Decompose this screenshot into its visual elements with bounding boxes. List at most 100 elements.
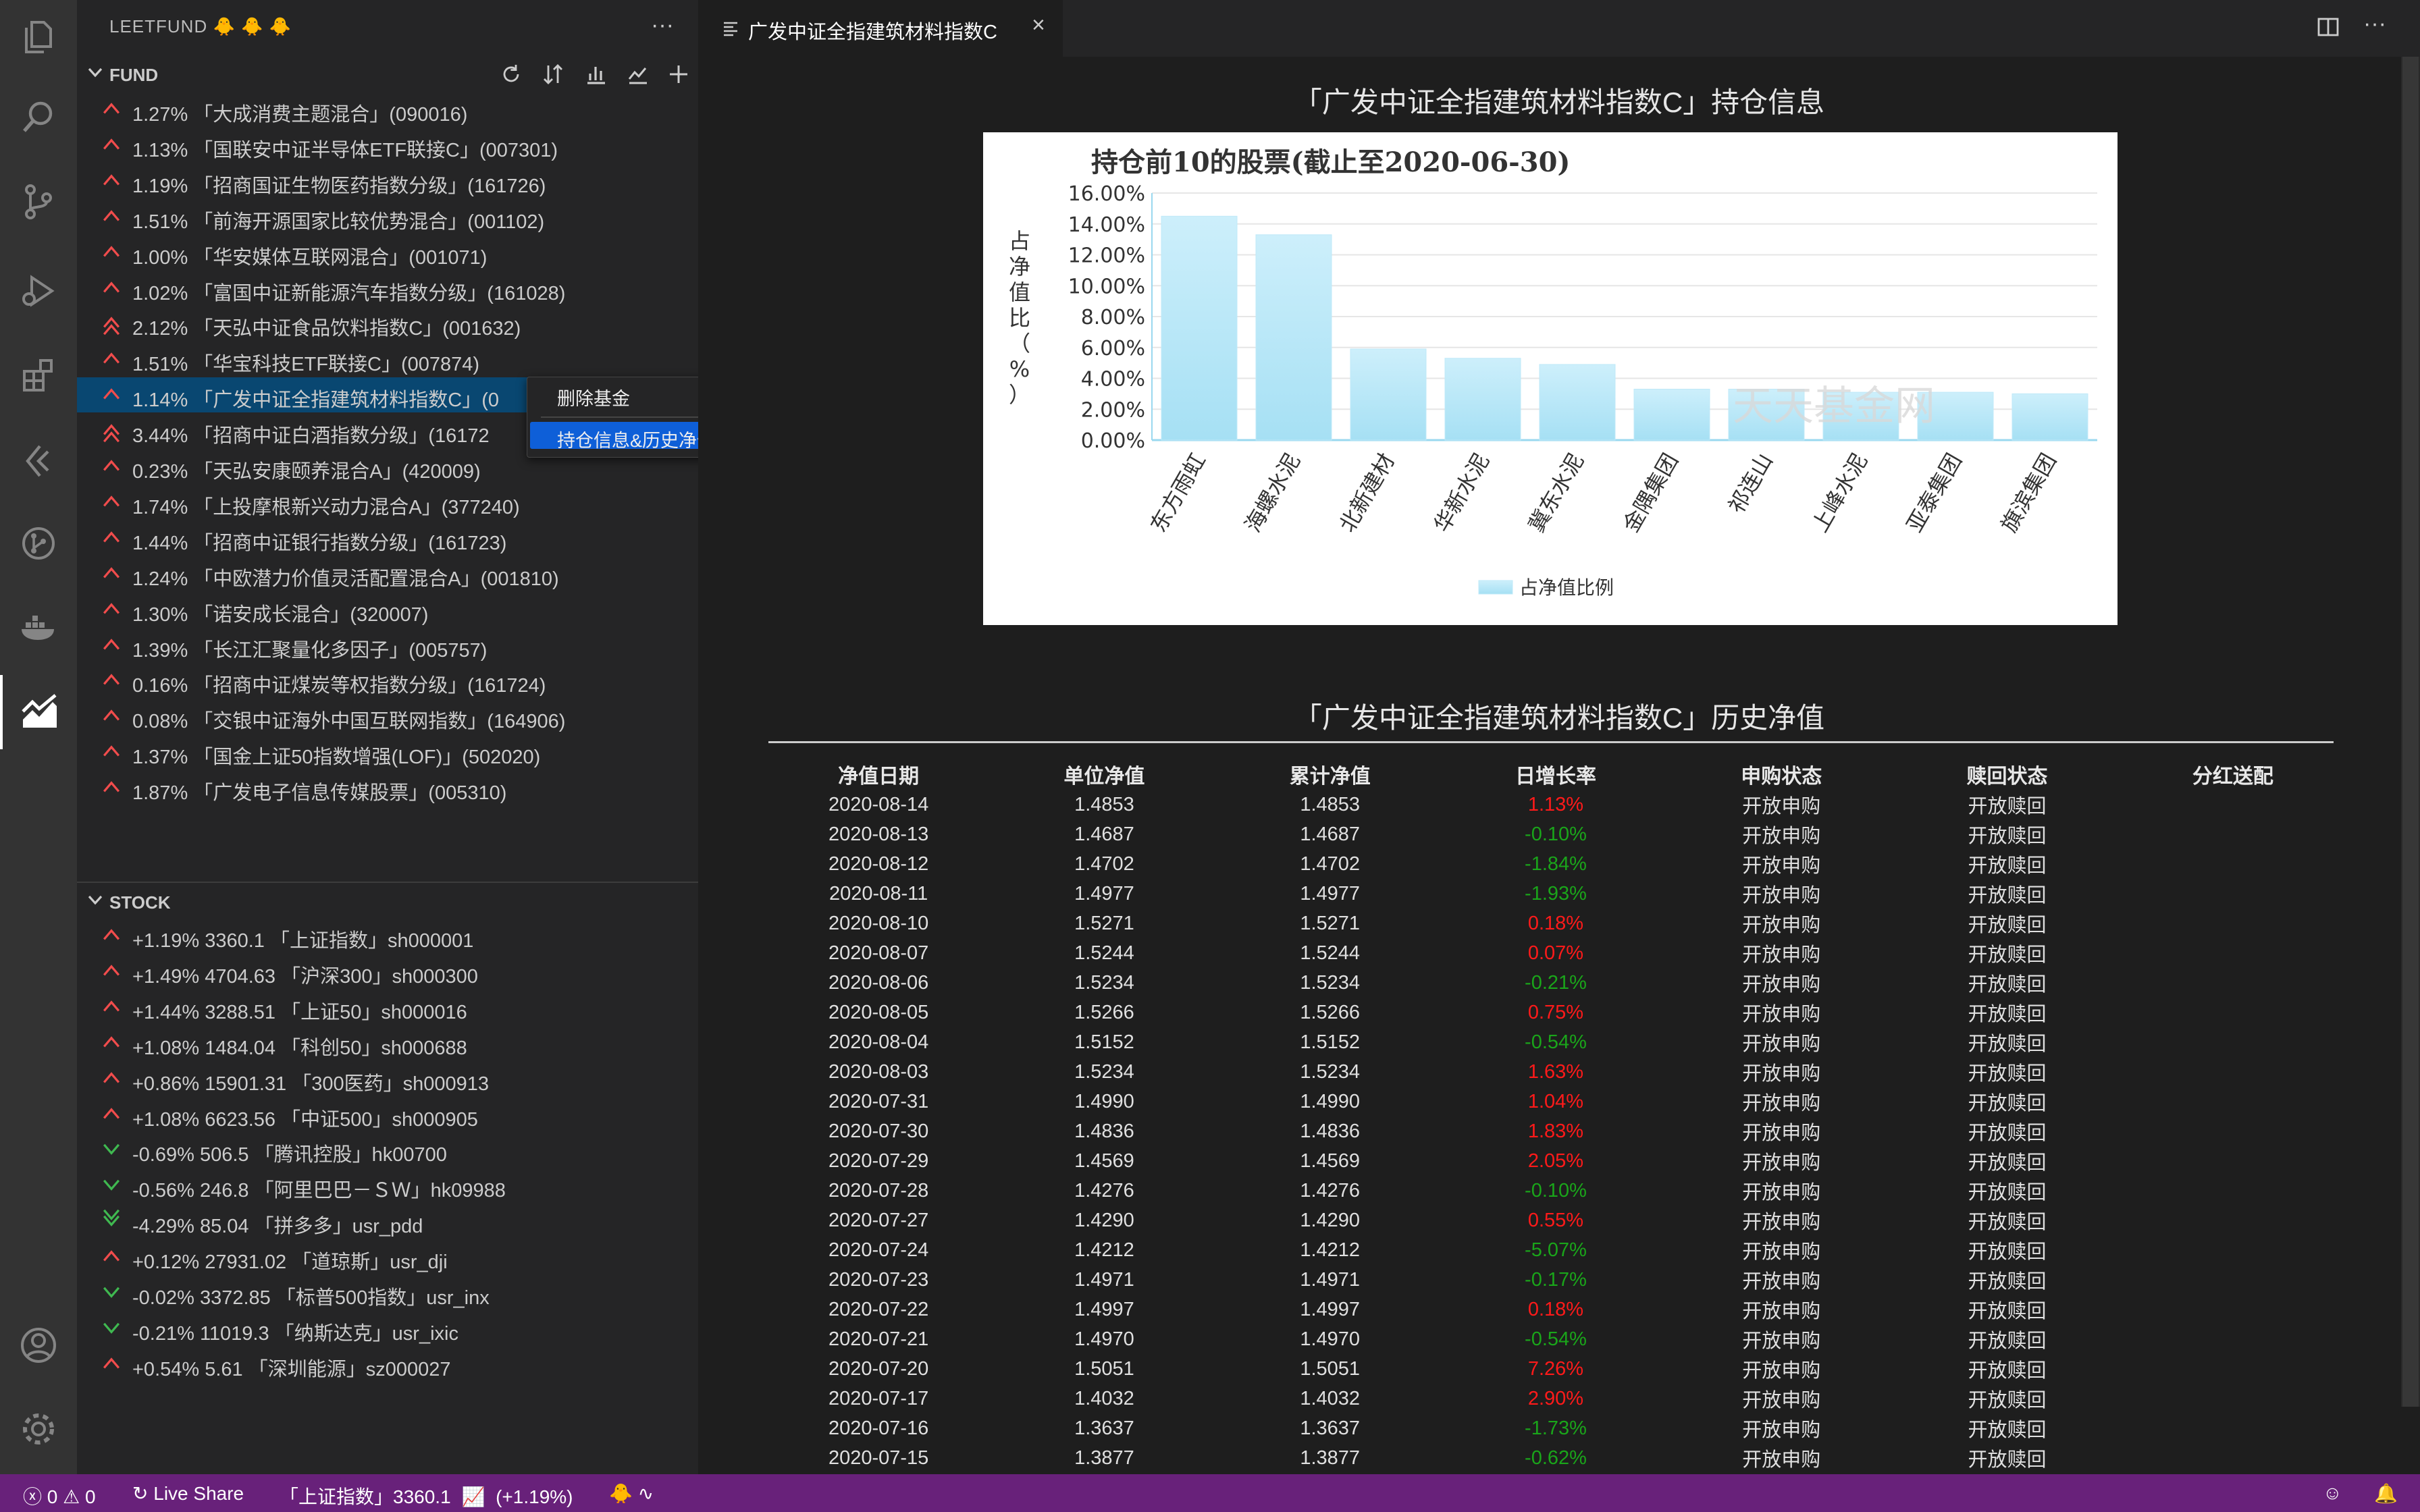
table-cell <box>2120 1443 2346 1473</box>
fund-item[interactable]: 0.16% 「招商中证煤炭等权指数分级」(161724) <box>77 663 698 698</box>
fund-item[interactable]: 0.08% 「交银中证海外中国互联网指数」(164906) <box>77 699 698 734</box>
up-arrow-icon <box>100 169 123 193</box>
table-cell <box>2120 1413 2346 1443</box>
stock-item[interactable]: -0.69% 506.5 「腾讯控股」hk00700 <box>77 1132 698 1167</box>
stock-item[interactable]: +0.12% 27931.02 「道琼斯」usr_dji <box>77 1239 698 1274</box>
fund-item[interactable]: 1.19% 「招商国证生物医药指数分级」(161726) <box>77 163 698 198</box>
table-cell: 2020-08-10 <box>828 912 929 934</box>
table-row: 2020-07-17 1.4032 1.4032 2.90% 开放申购 开放赎回 <box>766 1384 2346 1413</box>
stock-item[interactable]: +1.44% 3288.51 「上证50」sh000016 <box>77 990 698 1025</box>
table-cell: 1.4990 <box>1074 1090 1134 1112</box>
fund-section-header[interactable]: FUND <box>77 57 698 92</box>
docker-icon[interactable] <box>0 590 77 664</box>
sort-icon[interactable] <box>536 59 570 89</box>
remote-explorer-icon[interactable] <box>0 424 77 498</box>
table-cell <box>2120 1146 2346 1176</box>
split-editor-icon[interactable] <box>2316 15 2340 43</box>
table-cell: 2020-08-04 <box>828 1031 929 1053</box>
leetfund-status-icon[interactable]: 🐥 ∿ <box>609 1482 654 1505</box>
table-cell <box>2120 1206 2346 1235</box>
feedback-icon[interactable]: ☺ <box>2323 1482 2342 1504</box>
y-tick-label: 0.00% <box>1081 429 1145 453</box>
fund-item[interactable]: 1.51% 「华宝科技ETF联接C」(007874) <box>77 342 698 377</box>
close-icon[interactable]: × <box>1032 12 1045 38</box>
bar <box>2011 393 2088 441</box>
fund-item[interactable]: 1.74% 「上投摩根新兴动力混合A」(377240) <box>77 485 698 520</box>
table-cell: 开放赎回 <box>1968 915 2047 936</box>
table-cell <box>2120 1235 2346 1265</box>
stock-item[interactable]: +0.54% 5.61 「深圳能源」sz000027 <box>77 1347 698 1382</box>
stock-item[interactable]: -0.02% 3372.85 「标普500指数」usr_inx <box>77 1275 698 1310</box>
table-cell: 开放申购 <box>1742 1004 1821 1025</box>
fund-item[interactable]: 1.87% 「广发电子信息传媒股票」(005310) <box>77 770 698 805</box>
fund-item[interactable]: 1.02% 「富国中证新能源汽车指数分级」(161028) <box>77 271 698 306</box>
double-down-arrow-icon <box>100 1209 123 1233</box>
table-cell: 开放赎回 <box>1968 1123 2047 1144</box>
live-share-button[interactable]: ↻ Live Share <box>132 1482 244 1505</box>
fund-item[interactable]: 2.12% 「天弘中证食品饮料指数C」(001632) <box>77 306 698 341</box>
source-control-icon[interactable] <box>0 165 77 239</box>
extensions-icon[interactable] <box>0 338 77 412</box>
up-arrow-icon <box>100 490 123 514</box>
table-row: 2020-07-20 1.5051 1.5051 7.26% 开放申购 开放赎回 <box>766 1354 2346 1384</box>
add-icon[interactable] <box>662 59 695 89</box>
fund-item[interactable]: 1.30% 「诺安成长混合」(320007) <box>77 592 698 627</box>
bar-chart-icon[interactable] <box>579 59 613 89</box>
account-icon[interactable] <box>0 1308 77 1382</box>
line-chart-icon[interactable] <box>621 59 655 89</box>
stock-item[interactable]: +0.86% 15901.31 「300医药」sh000913 <box>77 1061 698 1096</box>
table-cell: 开放赎回 <box>1968 1420 2047 1441</box>
table-cell: 1.4977 <box>1300 882 1361 905</box>
settings-gear-icon[interactable] <box>0 1392 77 1466</box>
column-header: 赎回状态 <box>1966 765 2048 788</box>
table-cell: 1.4836 <box>1300 1120 1361 1142</box>
stock-item[interactable]: +1.19% 3360.1 「上证指数」sh000001 <box>77 918 698 953</box>
table-row: 2020-08-11 1.4977 1.4977 -1.93% 开放申购 开放赎回 <box>766 879 2346 909</box>
y-axis-label: 比 <box>1009 305 1030 331</box>
more-actions-icon[interactable]: ··· <box>2363 11 2386 37</box>
table-cell: 开放赎回 <box>1968 1449 2047 1471</box>
table-cell: 开放申购 <box>1742 1301 1821 1322</box>
column-header: 净值日期 <box>838 765 920 788</box>
editor-scrollbar[interactable] <box>2401 57 2420 1407</box>
fund-item[interactable]: 1.51% 「前海开源国家比较优势混合」(001102) <box>77 199 698 234</box>
git-graph-icon[interactable] <box>0 506 77 580</box>
table-row: 2020-07-22 1.4997 1.4997 0.18% 开放申购 开放赎回 <box>766 1295 2346 1324</box>
double-up-arrow-icon <box>100 311 123 335</box>
table-cell: 开放赎回 <box>1968 1390 2047 1411</box>
stock-item[interactable]: -4.29% 85.04 「拼多多」usr_pdd <box>77 1204 698 1239</box>
fund-item[interactable]: 1.27% 「大成消费主题混合」(090016) <box>77 92 698 127</box>
item-label: +1.19% 3360.1 「上证指数」sh000001 <box>132 930 474 952</box>
fund-item[interactable]: 1.00% 「华安媒体互联网混合」(001071) <box>77 235 698 270</box>
search-icon[interactable] <box>0 80 77 154</box>
stock-section-header[interactable]: STOCK <box>77 884 698 919</box>
table-cell: 0.07% <box>1527 942 1584 964</box>
fund-item[interactable]: 1.13% 「国联安中证半导体ETF联接C」(007301) <box>77 128 698 163</box>
explorer-icon[interactable] <box>0 0 77 74</box>
table-row: 2020-07-16 1.3637 1.3637 -1.73% 开放申购 开放赎回 <box>766 1413 2346 1443</box>
refresh-icon[interactable] <box>494 59 528 89</box>
stock-item[interactable]: +1.08% 1484.04 「科创50」sh000688 <box>77 1025 698 1060</box>
stock-item[interactable]: +1.08% 6623.56 「中证500」sh000905 <box>77 1097 698 1132</box>
fund-item[interactable]: 1.24% 「中欧潜力价值灵活配置混合A」(001810) <box>77 556 698 591</box>
stock-item[interactable]: -0.21% 11019.3 「纳斯达克」usr_ixic <box>77 1311 698 1346</box>
problems-indicator[interactable]: ⓧ 0 ⚠ 0 <box>23 1482 96 1509</box>
table-cell: 开放赎回 <box>1968 1093 2047 1114</box>
table-cell <box>2120 1027 2346 1057</box>
item-label: -0.56% 246.8 「阿里巴巴－ＳＷ」hk09988 <box>132 1180 506 1202</box>
fund-item[interactable]: 1.44% 「招商中证银行指数分级」(161723) <box>77 520 698 556</box>
stock-item[interactable]: -0.56% 246.8 「阿里巴巴－ＳＷ」hk09988 <box>77 1168 698 1203</box>
legend-label: 占净值比例 <box>1519 576 1614 599</box>
more-actions-icon[interactable]: ··· <box>651 12 674 38</box>
notifications-bell-icon[interactable]: 🔔 <box>2374 1482 2398 1505</box>
status-index[interactable]: 「上证指数」3360.1 📈 (+1.19%) <box>280 1482 573 1509</box>
stock-item[interactable]: +1.49% 4704.63 「沪深300」sh000300 <box>77 954 698 989</box>
scrollbar-thumb[interactable] <box>2402 57 2419 1407</box>
leetfund-chart-icon[interactable] <box>0 675 77 749</box>
fund-item[interactable]: 1.39% 「长江汇聚量化多因子」(005757) <box>77 628 698 663</box>
tab-fund-detail[interactable]: 广发中证全指建筑材料指数C × <box>698 0 1063 57</box>
table-cell: 开放赎回 <box>1968 1360 2047 1382</box>
fund-item[interactable]: 1.37% 「国金上证50指数增强(LOF)」(502020) <box>77 734 698 770</box>
run-debug-icon[interactable] <box>0 254 77 328</box>
y-tick-label: 12.00% <box>1068 244 1145 268</box>
